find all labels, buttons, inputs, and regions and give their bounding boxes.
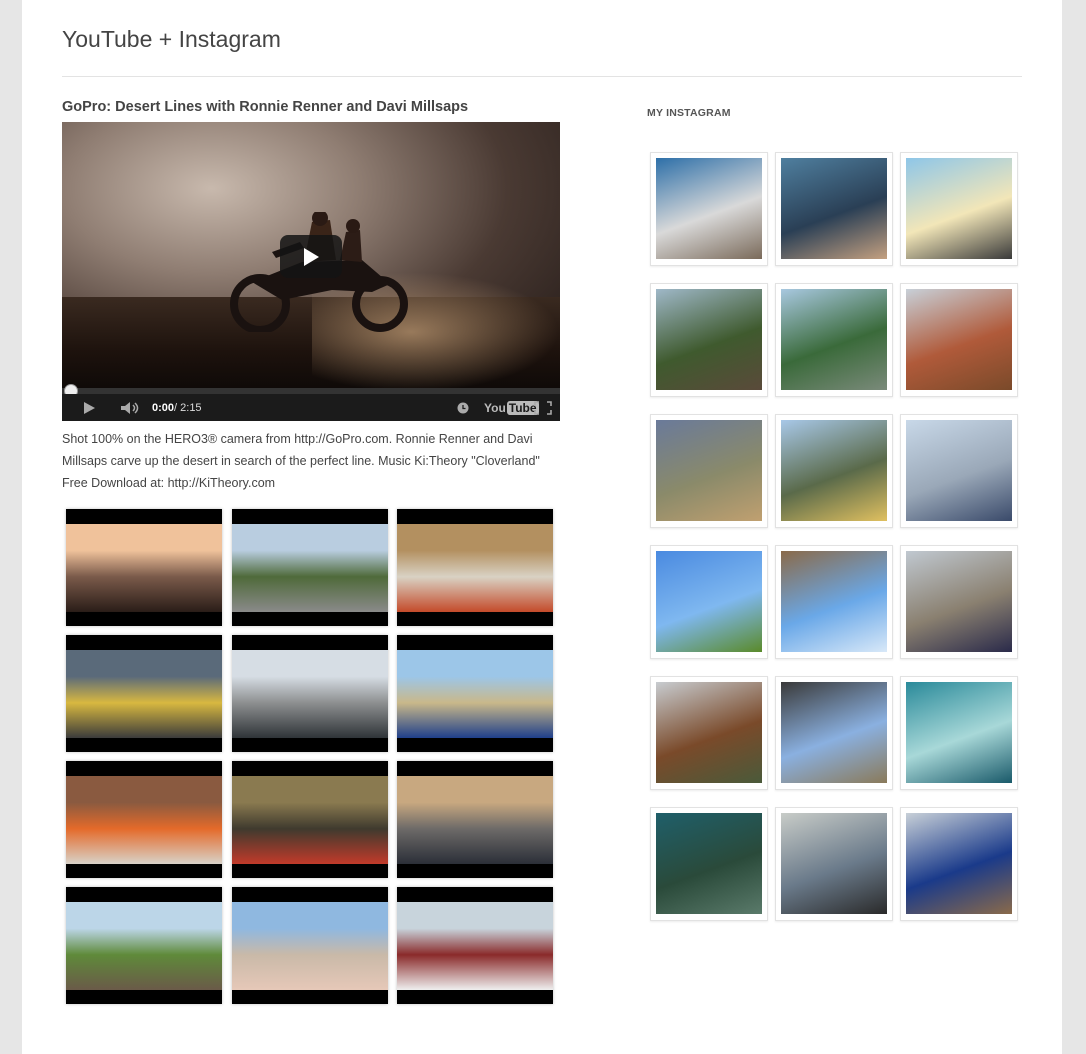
video-thumbnail-image	[397, 776, 553, 864]
video-thumbnail-image	[231, 650, 388, 738]
video-thumbnail[interactable]	[397, 887, 553, 1004]
instagram-photo-image	[656, 420, 762, 521]
youtube-logo-you: You	[484, 400, 506, 415]
instagram-photo[interactable]	[775, 676, 893, 790]
video-thumbnail-image	[397, 902, 553, 990]
instagram-photo-image	[906, 289, 1012, 390]
instagram-photo-image	[781, 289, 887, 390]
video-thumbnail-image	[66, 776, 222, 864]
video-thumbnail-image	[231, 902, 388, 990]
watch-later-icon	[457, 402, 469, 413]
volume-icon	[121, 401, 139, 414]
instagram-photo-image	[656, 682, 762, 783]
instagram-photo[interactable]	[650, 414, 768, 528]
volume-button[interactable]	[120, 394, 142, 421]
instagram-photo[interactable]	[650, 152, 768, 266]
instagram-photo-image	[906, 682, 1012, 783]
video-thumbnail[interactable]	[231, 509, 388, 626]
instagram-photo[interactable]	[650, 807, 768, 921]
instagram-photo[interactable]	[650, 545, 768, 659]
watch-later-button[interactable]	[457, 394, 469, 421]
video-thumbnail-image	[66, 524, 222, 612]
instagram-photo[interactable]	[775, 283, 893, 397]
video-thumbnail[interactable]	[66, 761, 222, 878]
instagram-photo[interactable]	[900, 283, 1018, 397]
instagram-photo-image	[781, 682, 887, 783]
instagram-photo-image	[656, 158, 762, 259]
play-icon	[84, 401, 95, 414]
time-current: 0:00	[152, 401, 175, 414]
video-thumbnail-image	[231, 524, 388, 612]
video-thumbnail-image	[66, 650, 222, 738]
instagram-photo[interactable]	[775, 152, 893, 266]
video-description: Shot 100% on the HERO3® camera from http…	[62, 432, 540, 490]
instagram-photo[interactable]	[900, 676, 1018, 790]
video-thumbnail[interactable]	[231, 635, 388, 752]
page: YouTube + Instagram GoPro: Desert Lines …	[22, 0, 1062, 1054]
video-thumbnail-image	[397, 650, 553, 738]
video-thumbnail[interactable]	[66, 887, 222, 1004]
sidebar-title: MY INSTAGRAM	[647, 107, 731, 119]
video-thumbnail-image	[397, 524, 553, 612]
instagram-photo-image	[656, 289, 762, 390]
instagram-photo[interactable]	[650, 283, 768, 397]
youtube-logo-icon[interactable]: You Tube	[484, 394, 539, 421]
video-thumbnail[interactable]	[397, 635, 553, 752]
video-thumbnail-image	[66, 902, 222, 990]
play-button[interactable]	[280, 235, 342, 278]
instagram-photo[interactable]	[900, 545, 1018, 659]
instagram-photo[interactable]	[900, 152, 1018, 266]
video-thumbnail[interactable]	[231, 887, 388, 1004]
instagram-photo-image	[781, 420, 887, 521]
fullscreen-icon	[534, 400, 552, 415]
time-display: 0:00 / 2:15	[152, 394, 202, 421]
video-thumbnail[interactable]	[231, 761, 388, 878]
video-thumbnail[interactable]	[66, 509, 222, 626]
video-thumbnail[interactable]	[397, 761, 553, 878]
video-thumbnail[interactable]	[397, 509, 553, 626]
instagram-photo-image	[656, 551, 762, 652]
control-play-button[interactable]	[82, 394, 96, 421]
instagram-photo-image	[781, 158, 887, 259]
instagram-photo-image	[906, 158, 1012, 259]
fullscreen-button[interactable]	[534, 394, 552, 421]
video-frame[interactable]	[62, 122, 560, 392]
video-player[interactable]: 0:00 / 2:15 You Tube	[62, 122, 560, 421]
header-divider	[62, 76, 1022, 77]
instagram-photo-image	[781, 813, 887, 914]
instagram-photo-image	[656, 813, 762, 914]
site-title[interactable]: YouTube + Instagram	[62, 26, 281, 53]
instagram-photo[interactable]	[900, 414, 1018, 528]
instagram-photo-image	[906, 551, 1012, 652]
post-title[interactable]: GoPro: Desert Lines with Ronnie Renner a…	[62, 99, 468, 115]
video-thumbnail-image	[231, 776, 388, 864]
instagram-photo[interactable]	[900, 807, 1018, 921]
instagram-photo[interactable]	[775, 545, 893, 659]
instagram-photo-image	[906, 813, 1012, 914]
instagram-photo-image	[781, 551, 887, 652]
instagram-photo[interactable]	[650, 676, 768, 790]
time-total: / 2:15	[174, 401, 202, 414]
player-controls: 0:00 / 2:15 You Tube	[62, 394, 560, 421]
instagram-photo-image	[906, 420, 1012, 521]
instagram-photo[interactable]	[775, 807, 893, 921]
instagram-photo[interactable]	[775, 414, 893, 528]
video-thumbnail[interactable]	[66, 635, 222, 752]
play-icon	[304, 247, 319, 266]
